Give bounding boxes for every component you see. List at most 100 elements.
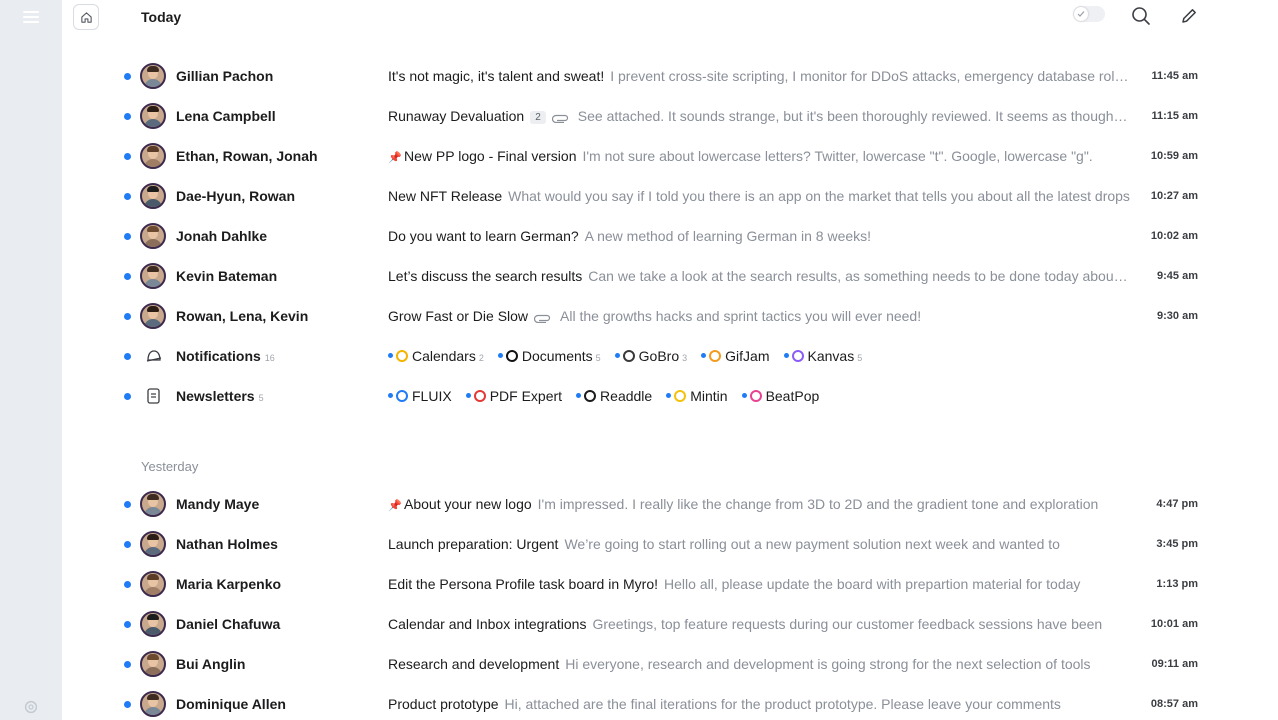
hamburger-menu-icon[interactable] — [19, 8, 43, 26]
chip-label: GoBro — [638, 348, 680, 364]
compose-icon[interactable] — [1178, 5, 1200, 27]
chip-count: 5 — [857, 353, 863, 363]
message-preview: I'm not sure about lowercase letters? Tw… — [582, 148, 1093, 164]
sender-name: Kevin Bateman — [176, 268, 278, 284]
avatar-body — [144, 587, 162, 595]
unread-dot — [124, 193, 131, 200]
chip-fluix[interactable]: FLUIX — [388, 388, 452, 404]
message-row[interactable]: Dae-Hyun, Rowan New NFT Release What would… — [62, 176, 1278, 216]
pin-icon: 📌 — [388, 500, 402, 512]
avatar-hair — [147, 226, 159, 232]
message-row[interactable]: Daniel Chafuwa Calendar and Inbox integra… — [62, 604, 1278, 644]
subject: Launch preparation: Urgent — [388, 536, 559, 552]
message-summary: Runaway Devaluation 2 See attached. It sou… — [388, 108, 1130, 126]
message-row[interactable]: Bui Anglin Research and development Hi eve… — [62, 644, 1278, 684]
chip-count: 3 — [682, 353, 688, 363]
chip-mintin[interactable]: Mintin — [666, 388, 728, 404]
message-row[interactable]: Gillian Pachon It's not magic, it's talen… — [62, 56, 1278, 96]
avatar — [140, 651, 166, 677]
avatar-hair — [147, 494, 159, 500]
message-row[interactable]: Kevin Bateman Let’s discuss the search re… — [62, 256, 1278, 296]
avatar — [140, 143, 166, 169]
avatar-body — [144, 667, 162, 675]
top-bar: Today — [62, 0, 1278, 36]
newsletter-chips: FLUIX PDF Expert Readdle Mintin BeatPop — [388, 388, 833, 404]
beatpop-icon — [749, 390, 762, 402]
gear-icon[interactable] — [22, 698, 40, 716]
unread-dot — [124, 313, 131, 320]
home-button[interactable] — [73, 4, 99, 30]
message-row[interactable]: Nathan Holmes Launch preparation: Urgent W… — [62, 524, 1278, 564]
newsletters-row[interactable]: Newsletters 5 FLUIX PDF Expert Readdle Minti… — [62, 376, 1278, 416]
avatar-hair — [147, 106, 159, 112]
timestamp: 11:45 am — [1151, 70, 1198, 82]
message-row[interactable]: Dominique Allen Product prototype Hi, atta… — [62, 684, 1278, 720]
chip-label: PDF Expert — [489, 388, 563, 404]
sender-name: Ethan, Rowan, Jonah — [176, 148, 318, 164]
chip-readdle[interactable]: Readdle — [576, 388, 652, 404]
message-summary: 📌 New PP logo - Final version I'm not sure… — [388, 148, 1130, 164]
message-preview: What would you say if I told you there i… — [508, 188, 1130, 204]
done-toggle[interactable] — [1073, 6, 1105, 22]
chip-gifjam[interactable]: GifJam — [701, 348, 770, 364]
newsletter-icon — [147, 388, 160, 404]
message-row[interactable]: Jonah Dahlke Do you want to learn German?… — [62, 216, 1278, 256]
unread-dot — [576, 393, 582, 398]
message-preview: We’re going to start rolling out a new p… — [564, 536, 1060, 552]
message-row[interactable]: Lena Campbell Runaway Devaluation 2 See att… — [62, 96, 1278, 136]
chip-calendars[interactable]: Calendars 2 — [388, 348, 484, 364]
toggle-knob — [1074, 7, 1088, 21]
subject: Runaway Devaluation — [388, 108, 525, 124]
avatar-body — [144, 627, 162, 635]
message-row[interactable]: Rowan, Lena, Kevin Grow Fast or Die Slow A… — [62, 296, 1278, 336]
message-preview: Can we take a look at the search results… — [588, 268, 1130, 284]
message-summary: Grow Fast or Die Slow All the growths hac… — [388, 308, 1130, 326]
subject: Do you want to learn German? — [388, 228, 579, 244]
unread-dot — [124, 661, 131, 668]
sender-name: Jonah Dahlke — [176, 228, 268, 244]
message-preview: I'm impressed. I really like the change … — [537, 496, 1099, 512]
message-row[interactable]: Maria Karpenko Edit the Persona Profile t… — [62, 564, 1278, 604]
notifications-count: 16 — [264, 353, 275, 363]
sender-name: Rowan, Lena, Kevin — [176, 308, 309, 324]
avatar-hair — [147, 574, 159, 580]
chip-label: GifJam — [725, 348, 770, 364]
kanvas-icon — [791, 350, 804, 362]
message-preview: Hi everyone, research and development is… — [565, 656, 1091, 672]
chip-documents[interactable]: Documents 5 — [497, 348, 601, 364]
chip-beatpop[interactable]: BeatPop — [741, 388, 819, 404]
subject: Research and development — [388, 656, 560, 672]
chip-kanvas[interactable]: Kanvas 5 — [783, 348, 863, 364]
message-row[interactable]: Mandy Maye 📌 About your new logo I'm impres… — [62, 484, 1278, 524]
unread-dot — [124, 273, 131, 280]
avatar-hair — [147, 306, 159, 312]
message-preview: Greetings, top feature requests during o… — [592, 616, 1103, 632]
newsletters-label: Newsletters 5 — [176, 388, 264, 404]
unread-dot — [124, 501, 131, 508]
pin-icon: 📌 — [388, 152, 402, 164]
page-title: Today — [141, 9, 182, 25]
chip-label: Calendars — [412, 348, 476, 364]
timestamp: 10:59 am — [1150, 150, 1198, 162]
message-row[interactable]: Ethan, Rowan, Jonah 📌 New PP logo - Final … — [62, 136, 1278, 176]
avatar-body — [144, 199, 162, 207]
chip-gobro[interactable]: GoBro 3 — [614, 348, 688, 364]
chip-pdf-expert[interactable]: PDF Expert — [465, 388, 563, 404]
fluix-icon — [396, 390, 408, 402]
sender-name: Mandy Maye — [176, 496, 260, 512]
message-summary: Product prototype Hi, attached are the fi… — [388, 696, 1130, 712]
unread-dot — [497, 353, 503, 358]
search-icon[interactable] — [1130, 5, 1152, 27]
avatar-hair — [147, 534, 159, 540]
gifjam-icon — [709, 350, 722, 362]
documents-icon — [505, 350, 518, 362]
chip-label: Readdle — [600, 388, 653, 404]
thread-count-badge: 2 — [530, 111, 546, 124]
notifications-label: Notifications 16 — [176, 348, 275, 364]
message-summary: Edit the Persona Profile task board in M… — [388, 576, 1130, 592]
message-summary: Do you want to learn German? A new method… — [388, 228, 1130, 244]
notifications-row[interactable]: Notifications 16 Calendars 2 Documents 5 GoBr… — [62, 336, 1278, 376]
avatar-hair — [147, 266, 159, 272]
timestamp: 10:01 am — [1150, 618, 1198, 630]
gobro-icon — [622, 350, 635, 362]
